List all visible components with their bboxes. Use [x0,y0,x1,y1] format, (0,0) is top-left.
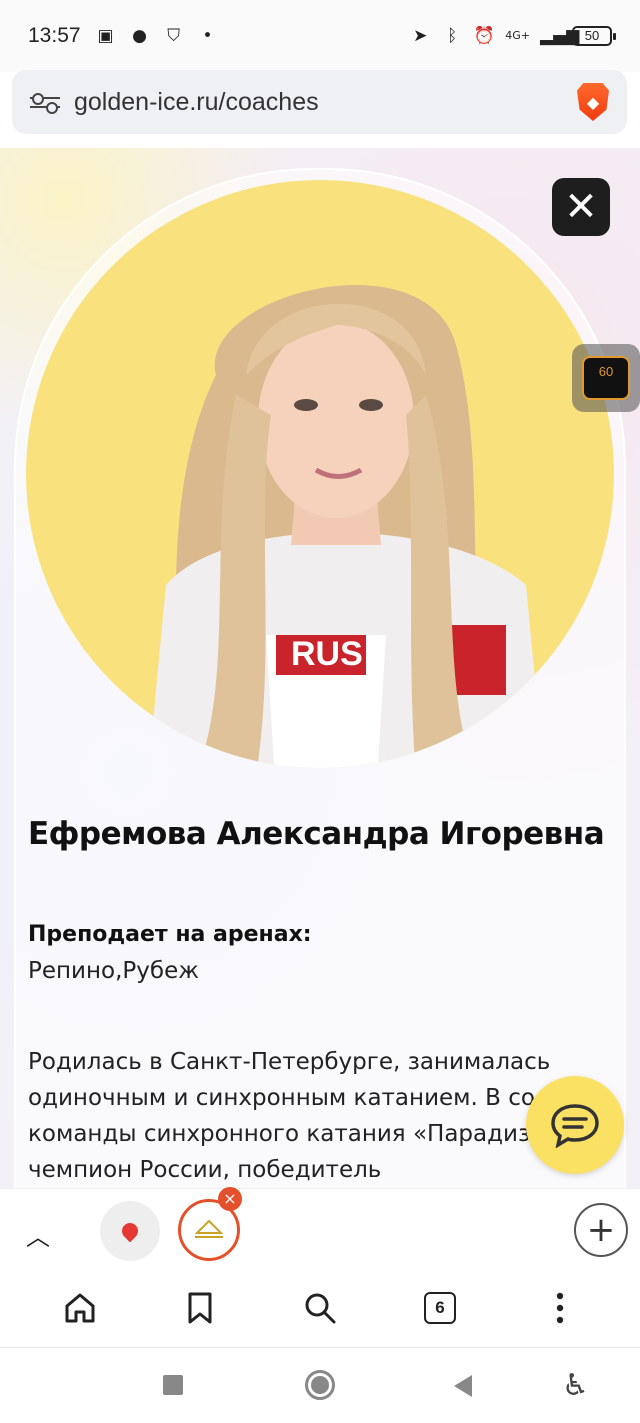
bluetooth-icon: ᛒ [447,26,458,46]
coach-photo-circle: RUS [26,180,614,768]
fps-counter: 60 [582,356,630,400]
golden-ice-logo-icon [194,1219,224,1238]
bookmark-icon [188,1292,212,1323]
home-nav-icon[interactable] [305,1370,335,1400]
status-time: 13:57 [28,24,81,47]
notification-bowl-icon: ● [132,26,147,46]
signal-icon: ▂▄▆ [540,26,580,46]
battery-indicator: 50 [572,26,616,46]
bookmarks-button[interactable] [178,1286,222,1330]
coach-photo: RUS [148,284,544,768]
more-dot-icon: • [202,26,213,46]
new-tab-button[interactable]: + [574,1203,628,1257]
coach-name: Ефремова Александра Игоревна [28,816,605,852]
more-vertical-icon [556,1292,564,1323]
arenas-value: Репино,Рубеж [28,958,199,984]
svg-text:RUS: RUS [291,635,363,673]
status-bar: 13:57 ▣ ● ⛉ • ➤ ᛒ ⏰ 4G+ ▂▄▆ 50 [0,0,640,72]
menu-button[interactable] [538,1286,582,1330]
map-pin-icon [118,1219,142,1243]
fps-overlay-widget[interactable]: 60 [572,344,640,412]
tab-count: 6 [424,1291,456,1324]
back-icon[interactable] [454,1375,472,1397]
alarm-icon: ⏰ [473,26,495,46]
recents-icon[interactable] [163,1375,183,1395]
notification-app-icon: ▣ [97,26,114,46]
site-settings-icon[interactable] [30,87,60,117]
coach-bio: Родилась в Санкт-Петербурге, занималась … [28,1049,603,1183]
chat-button[interactable] [526,1076,624,1174]
system-nav-bar: ♿ [0,1348,640,1423]
status-notification-icons: ▣ ● ⛉ • [95,27,219,45]
status-system-icons: ➤ ᛒ ⏰ 4G+ ▂▄▆ 50 [409,26,616,46]
address-bar[interactable]: golden-ice.ru/coaches ◆ [12,70,627,134]
close-button[interactable]: ✕ [552,178,610,236]
close-tab-icon[interactable]: × [218,1187,242,1211]
coach-modal: RUS ✕ 60 Ефремова Александра Игоревна Пр… [0,148,640,1188]
shield-icon: ⛉ [167,26,180,46]
bottom-toolbar: 6 [0,1268,640,1348]
accessibility-icon[interactable]: ♿ [562,1368,589,1403]
url-text[interactable]: golden-ice.ru/coaches [74,88,577,117]
home-button[interactable] [58,1286,102,1330]
tab-strip: ︿ × + [0,1187,640,1268]
tabs-button[interactable]: 6 [418,1286,462,1330]
tab-maps[interactable] [100,1201,160,1261]
network-type: 4G+ [505,29,530,42]
chat-icon [551,1104,599,1148]
home-icon [65,1293,95,1322]
brave-shields-icon[interactable]: ◆ [577,83,609,121]
location-arrow-icon: ➤ [413,26,428,46]
search-button[interactable] [298,1286,342,1330]
search-icon [305,1293,336,1323]
chevron-up-icon[interactable]: ︿ [26,1217,50,1252]
arenas-label: Преподает на аренах: [28,922,312,947]
